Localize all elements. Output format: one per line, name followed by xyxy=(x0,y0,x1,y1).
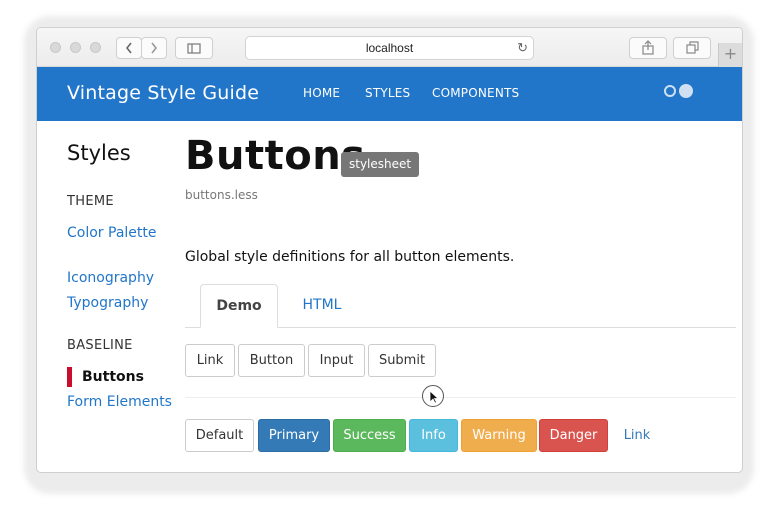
sidebar-title: Styles xyxy=(67,141,131,165)
sidebar-item-buttons[interactable]: Buttons xyxy=(67,367,177,387)
share-button[interactable] xyxy=(629,37,667,59)
tabs-icon xyxy=(686,41,699,54)
warning-button[interactable]: Warning xyxy=(461,419,537,452)
brand-title[interactable]: Vintage Style Guide xyxy=(67,82,259,104)
sidebar-item-color-palette[interactable]: Color Palette xyxy=(67,223,177,243)
tab-html[interactable]: HTML xyxy=(290,284,354,328)
browser-window: localhost ↻ + Vintage Style Guide HOME S… xyxy=(36,27,743,473)
stylesheet-badge: stylesheet xyxy=(341,152,420,177)
zoom-window-button[interactable] xyxy=(90,42,101,53)
chevron-left-icon xyxy=(125,42,132,54)
nav-styles[interactable]: STYLES xyxy=(365,86,410,100)
mouse-cursor-icon xyxy=(422,385,444,407)
default-button[interactable]: Default xyxy=(185,419,254,452)
page-description: Global style definitions for all button … xyxy=(185,249,515,265)
reload-icon[interactable]: ↻ xyxy=(517,37,528,59)
sidebar-toggle-button[interactable] xyxy=(175,37,213,59)
close-window-button[interactable] xyxy=(50,42,61,53)
browser-toolbar: localhost ↻ + xyxy=(37,28,742,67)
source-filename: buttons.less xyxy=(185,188,258,202)
sidebar-heading-theme: THEME xyxy=(67,194,114,209)
sidebar-item-iconography[interactable]: Iconography xyxy=(67,268,177,288)
tabs-overview-button[interactable] xyxy=(673,37,711,59)
address-bar[interactable]: localhost ↻ xyxy=(245,36,534,60)
nav-home[interactable]: HOME xyxy=(303,86,340,100)
demo-input-button[interactable]: Input xyxy=(308,344,365,377)
back-button[interactable] xyxy=(116,37,142,59)
sidebar-item-label: Buttons xyxy=(82,369,144,385)
minimize-window-button[interactable] xyxy=(70,42,81,53)
chevron-right-icon xyxy=(151,42,158,54)
sidebar-item-form-elements[interactable]: Form Elements xyxy=(67,392,177,412)
info-button[interactable]: Info xyxy=(409,419,458,452)
demo-link-button[interactable]: Link xyxy=(185,344,235,377)
site-header: Vintage Style Guide HOME STYLES COMPONEN… xyxy=(37,67,742,121)
link-button[interactable]: Link xyxy=(612,419,662,452)
primary-button[interactable]: Primary xyxy=(258,419,330,452)
success-button[interactable]: Success xyxy=(333,419,406,452)
danger-button[interactable]: Danger xyxy=(539,419,608,452)
tab-demo[interactable]: Demo xyxy=(200,284,278,328)
sidebar-heading-baseline: BASELINE xyxy=(67,338,133,353)
demo-button-button[interactable]: Button xyxy=(238,344,305,377)
sidebar-icon xyxy=(187,43,201,54)
theme-toggle-icon[interactable] xyxy=(664,84,696,98)
url-text: localhost xyxy=(365,41,414,55)
active-indicator xyxy=(67,367,72,387)
share-icon xyxy=(642,40,654,55)
sidebar-item-typography[interactable]: Typography xyxy=(67,293,177,313)
forward-button[interactable] xyxy=(141,37,167,59)
page-title: Buttons xyxy=(185,133,366,179)
section-divider xyxy=(185,397,736,398)
tab-bar: Demo HTML xyxy=(185,284,736,328)
nav-components[interactable]: COMPONENTS xyxy=(432,86,519,100)
new-tab-button[interactable]: + xyxy=(718,43,742,67)
demo-submit-button[interactable]: Submit xyxy=(368,344,436,377)
